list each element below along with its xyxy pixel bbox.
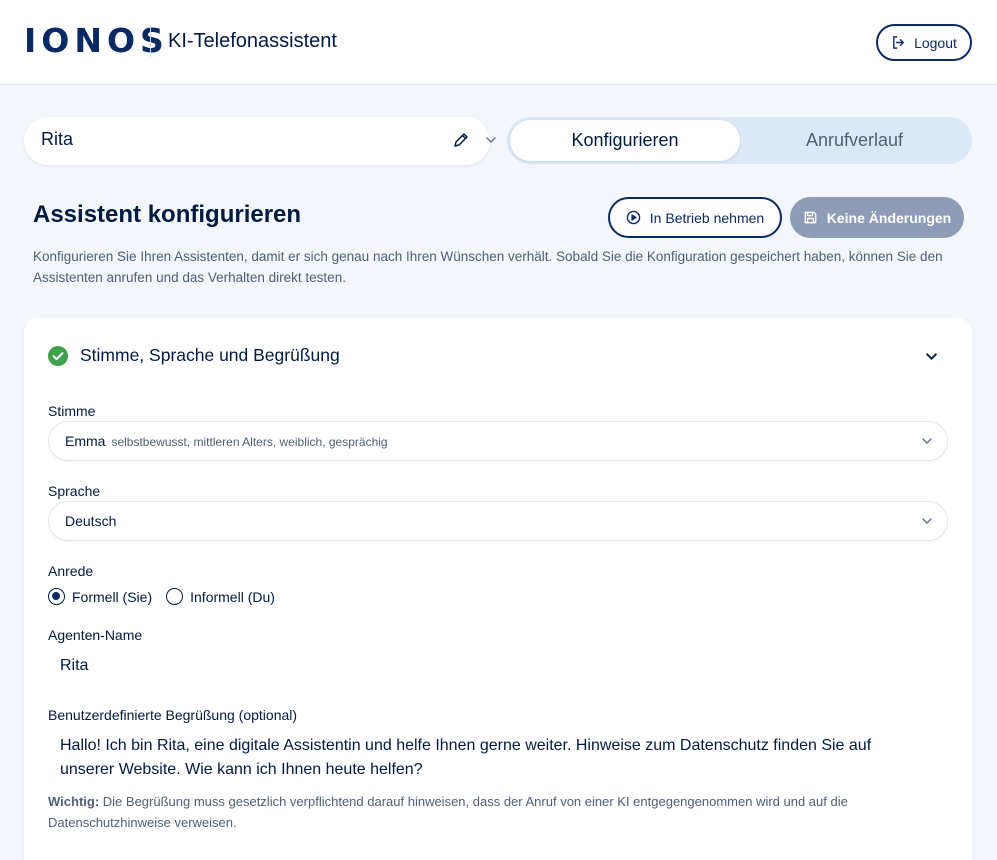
language-value: Deutsch	[65, 513, 117, 529]
play-circle-icon	[626, 210, 641, 225]
language-label: Sprache	[48, 483, 101, 499]
legal-note: Wichtig: Die Begrüßung muss gesetzlich v…	[48, 791, 948, 833]
radio-informal-label: Informell (Du)	[190, 588, 275, 605]
radio-informal[interactable]: Informell (Du)	[166, 588, 275, 605]
section-title[interactable]: Stimme, Sprache und Begrüßung	[80, 345, 340, 366]
radio-formal-dot[interactable]	[48, 588, 65, 605]
section-card: Stimme, Sprache und Begrüßung Stimme Emm…	[24, 318, 972, 860]
greeting-textarea[interactable]: Hallo! Ich bin Rita, eine digitale Assis…	[60, 734, 900, 782]
start-operation-label: In Betrieb nehmen	[649, 209, 765, 226]
intro-text: Konfigurieren Sie Ihren Assistenten, dam…	[33, 249, 943, 285]
logout-label: Logout	[914, 34, 957, 51]
chevron-down-icon[interactable]	[485, 134, 497, 146]
chevron-down-icon[interactable]	[925, 350, 938, 363]
save-button[interactable]: Keine Änderungen	[790, 197, 964, 238]
view-tabs: Konfigurieren Anrufverlauf	[507, 117, 972, 164]
radio-formal-label: Formell (Sie)	[72, 588, 153, 605]
assistant-name: Rita	[41, 129, 74, 149]
tab-call-history[interactable]: Anrufverlauf	[740, 120, 969, 161]
pencil-icon[interactable]	[452, 131, 470, 149]
legal-note-text: Die Begrüßung muss gesetzlich verpflicht…	[48, 794, 848, 830]
assistant-select[interactable]: Rita	[24, 117, 496, 165]
salutation-label: Anrede	[48, 563, 94, 579]
start-operation-button[interactable]: In Betrieb nehmen	[608, 197, 782, 238]
agent-name-input[interactable]: Rita	[60, 657, 88, 675]
voice-select[interactable]: Emma selbstbewusst, mittleren Alters, wei…	[48, 421, 948, 461]
tab-configure[interactable]: Konfigurieren	[510, 120, 740, 161]
save-label: Keine Änderungen	[826, 209, 952, 226]
logout-icon	[893, 36, 904, 49]
check-circle-icon	[48, 346, 68, 366]
logout-button[interactable]: Logout	[876, 24, 972, 61]
app-title: KI-Telefonassistent	[168, 30, 337, 52]
radio-informal-dot[interactable]	[166, 588, 184, 605]
logo-divider	[150, 25, 151, 57]
ionos-logo[interactable]: IONOS	[24, 22, 169, 60]
salutation-radio-group: Formell (Sie) Informell (Du)	[48, 588, 289, 605]
save-icon	[804, 211, 817, 224]
top-bar: IONOS KI-Telefonassistent Logout	[0, 0, 997, 85]
legal-note-prefix: Wichtig:	[48, 794, 100, 809]
voice-description: selbstbewusst, mittleren Alters, weiblic…	[111, 435, 388, 449]
greeting-label: Benutzerdefinierte Begrüßung (optional)	[48, 707, 298, 723]
voice-label: Stimme	[48, 403, 96, 419]
language-select[interactable]: Deutsch	[48, 501, 948, 541]
agent-name-label: Agenten-Name	[48, 627, 143, 643]
voice-name: Emma	[65, 433, 106, 449]
page-title: Assistent konfigurieren	[33, 201, 302, 228]
chevron-down-icon	[922, 438, 932, 445]
voice-value: Emma selbstbewusst, mittleren Alters, wei…	[65, 433, 388, 449]
chevron-down-icon	[922, 518, 932, 525]
radio-formal[interactable]: Formell (Sie)	[48, 588, 152, 605]
